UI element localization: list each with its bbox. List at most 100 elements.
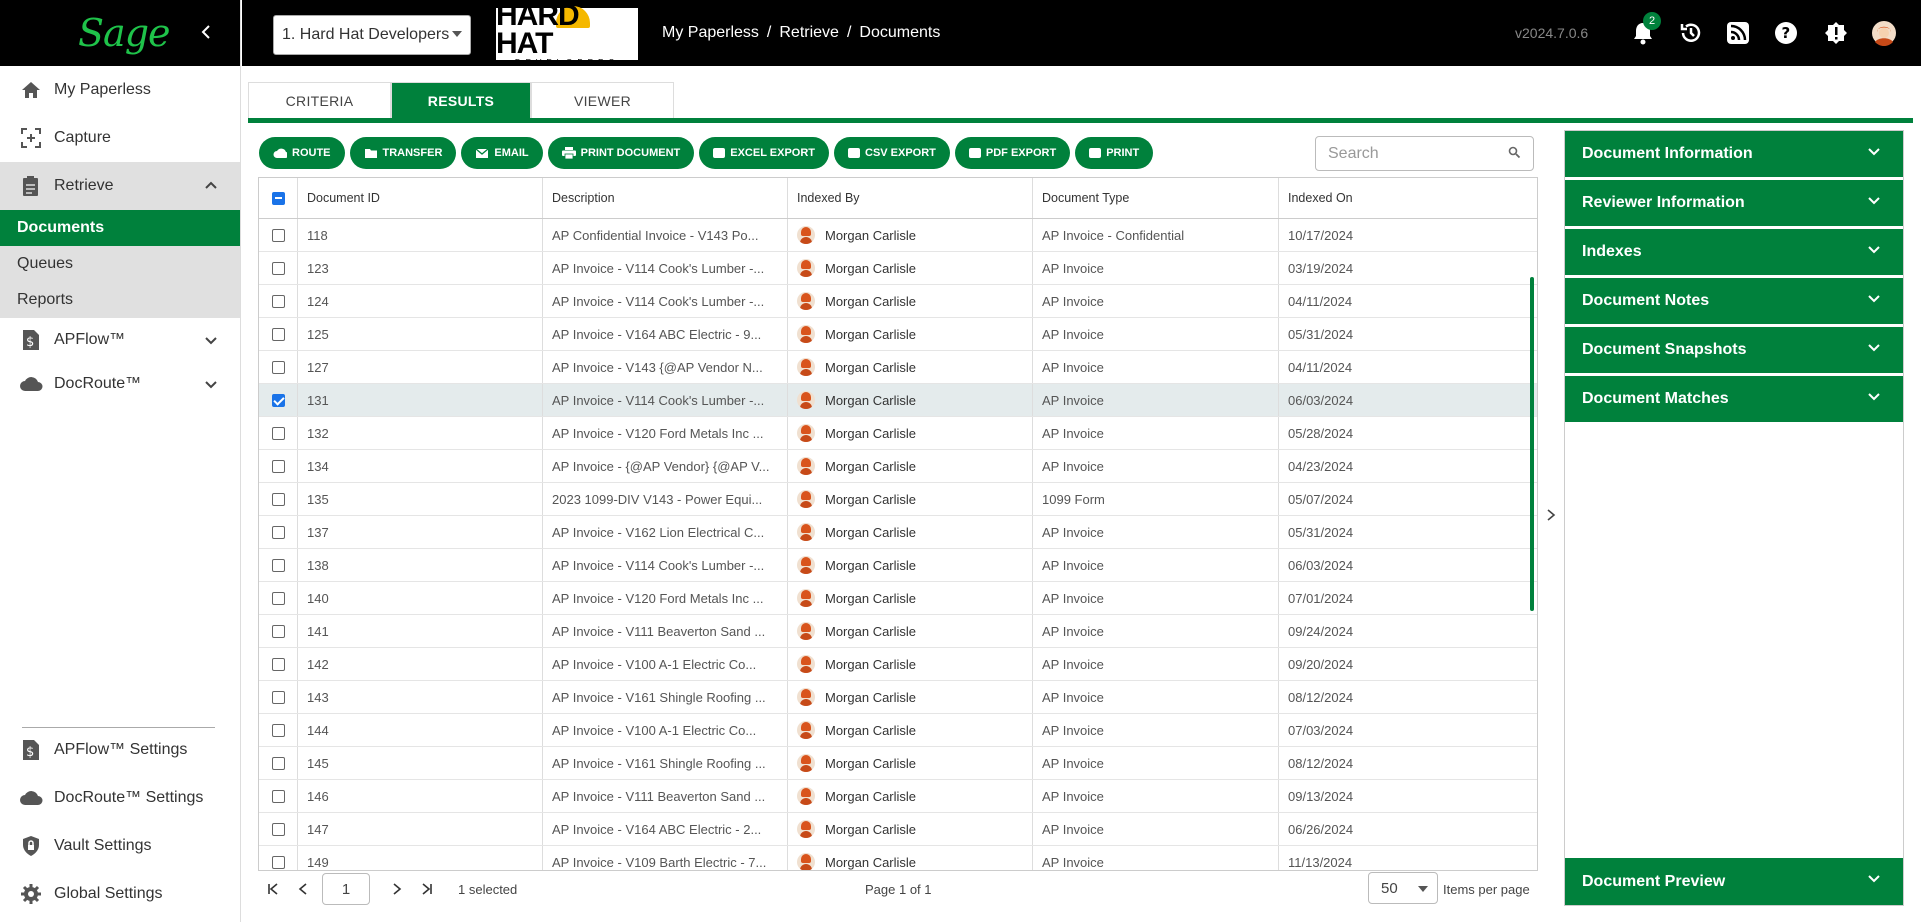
user-avatar[interactable]	[1870, 19, 1898, 47]
indexed-by-name: Morgan Carlisle	[825, 326, 917, 342]
nav-my-paperless[interactable]: My Paperless	[0, 66, 240, 114]
row-checkbox[interactable]	[271, 393, 285, 407]
table-row[interactable]: 118 AP Confidential Invoice - V143 Po... M…	[259, 219, 1537, 252]
table-row[interactable]: 127 AP Invoice - V143 {@AP Vendor N... Mor…	[259, 351, 1537, 384]
nav-global-settings[interactable]: Global Settings	[0, 870, 240, 918]
sub-nav-documents[interactable]: Documents	[0, 210, 240, 246]
accordion-document-matches[interactable]: Document Matches	[1565, 376, 1903, 422]
row-checkbox[interactable]	[271, 723, 285, 737]
csv-export-button[interactable]: CSV EXPORT	[834, 137, 950, 169]
grid-scrollbar[interactable]	[1530, 277, 1534, 611]
table-row[interactable]: 142 AP Invoice - V100 A-1 Electric Co... M…	[259, 648, 1537, 681]
breadcrumb-retrieve[interactable]: Retrieve	[779, 24, 839, 42]
sub-nav-reports[interactable]: Reports	[0, 282, 240, 318]
nav-docroute-settings[interactable]: DocRoute™ Settings	[0, 774, 240, 822]
search-input[interactable]: Search	[1315, 136, 1534, 171]
table-row[interactable]: 146 AP Invoice - V111 Beaverton Sand ... M…	[259, 780, 1537, 813]
help-icon[interactable]: ?	[1772, 19, 1800, 47]
table-row[interactable]: 135 2023 1099-DIV V143 - Power Equi... Mor…	[259, 483, 1537, 516]
row-checkbox[interactable]	[271, 822, 285, 836]
table-row[interactable]: 124 AP Invoice - V114 Cook's Lumber -... M…	[259, 285, 1537, 318]
nav-docroute[interactable]: DocRoute™	[0, 362, 240, 406]
row-checkbox[interactable]	[271, 525, 285, 539]
table-row[interactable]: 138 AP Invoice - V114 Cook's Lumber -... M…	[259, 549, 1537, 582]
table-row[interactable]: 143 AP Invoice - V161 Shingle Roofing ...…	[259, 681, 1537, 714]
transfer-button[interactable]: TRANSFER	[349, 137, 457, 169]
table-row[interactable]: 125 AP Invoice - V164 ABC Electric - 9...…	[259, 318, 1537, 351]
table-row[interactable]: 134 AP Invoice - {@AP Vendor} {@AP V... Mo…	[259, 450, 1537, 483]
alert-gear-icon[interactable]	[1822, 19, 1850, 47]
column-header-indexed-by[interactable]: Indexed By	[788, 178, 1033, 218]
row-checkbox[interactable]	[271, 591, 285, 605]
accordion-document-snapshots[interactable]: Document Snapshots	[1565, 327, 1903, 373]
rss-icon[interactable]	[1724, 19, 1752, 47]
select-all-checkbox[interactable]	[271, 191, 285, 205]
row-checkbox[interactable]	[271, 492, 285, 506]
chevron-right-icon[interactable]	[1546, 508, 1556, 527]
row-checkbox[interactable]	[271, 690, 285, 704]
row-checkbox[interactable]	[271, 426, 285, 440]
nav-capture[interactable]: Capture	[0, 114, 240, 162]
accordion-document-information[interactable]: Document Information	[1565, 131, 1903, 177]
table-row[interactable]: 132 AP Invoice - V120 Ford Metals Inc ...…	[259, 417, 1537, 450]
route-label: ROUTE	[292, 147, 331, 159]
accordion-document-notes[interactable]: Document Notes	[1565, 278, 1903, 324]
company-select[interactable]: 1. Hard Hat Developers	[273, 15, 471, 55]
next-page-icon[interactable]	[382, 883, 412, 895]
row-checkbox[interactable]	[271, 459, 285, 473]
nav-retrieve[interactable]: Retrieve	[0, 162, 240, 210]
table-row[interactable]: 147 AP Invoice - V164 ABC Electric - 2...…	[259, 813, 1537, 846]
nav-apflow-settings[interactable]: $ APFlow™ Settings	[0, 726, 240, 774]
row-checkbox[interactable]	[271, 789, 285, 803]
print-button[interactable]: PRINT	[1075, 137, 1154, 169]
column-header-indexed-on[interactable]: Indexed On	[1279, 178, 1525, 218]
row-select-cell	[259, 516, 298, 548]
tab-results[interactable]: RESULTS	[391, 82, 531, 119]
column-header-document-type[interactable]: Document Type	[1033, 178, 1279, 218]
sub-nav-queues[interactable]: Queues	[0, 246, 240, 282]
row-checkbox[interactable]	[271, 855, 285, 869]
tab-criteria[interactable]: CRITERIA	[248, 82, 391, 119]
row-checkbox[interactable]	[271, 756, 285, 770]
table-row[interactable]: 144 AP Invoice - V100 A-1 Electric Co... M…	[259, 714, 1537, 747]
route-button[interactable]: ROUTE	[259, 137, 345, 169]
column-header-document-id[interactable]: Document ID	[298, 178, 543, 218]
column-header-description[interactable]: Description	[543, 178, 788, 218]
row-select-cell	[259, 219, 298, 251]
nav-vault-settings[interactable]: Vault Settings	[0, 822, 240, 870]
table-row[interactable]: 141 AP Invoice - V111 Beaverton Sand ... M…	[259, 615, 1537, 648]
row-checkbox[interactable]	[271, 657, 285, 671]
prev-page-icon[interactable]	[288, 883, 318, 895]
row-checkbox[interactable]	[271, 360, 285, 374]
row-checkbox[interactable]	[271, 261, 285, 275]
items-per-page-select[interactable]: 50	[1368, 872, 1438, 904]
first-page-icon[interactable]	[258, 883, 288, 895]
print-document-button[interactable]: PRINT DOCUMENT	[547, 137, 695, 169]
history-icon[interactable]	[1677, 19, 1705, 47]
accordion-document-preview[interactable]: Document Preview	[1565, 858, 1903, 905]
pdf-export-button[interactable]: PDF EXPORT	[954, 137, 1071, 169]
row-checkbox[interactable]	[271, 228, 285, 242]
bell-icon[interactable]: 2	[1629, 12, 1661, 47]
table-row[interactable]: 131 AP Invoice - V114 Cook's Lumber -... M…	[259, 384, 1537, 417]
table-row[interactable]: 140 AP Invoice - V120 Ford Metals Inc ...…	[259, 582, 1537, 615]
email-button[interactable]: EMAIL	[461, 137, 543, 169]
page-number-input[interactable]: 1	[322, 873, 370, 905]
row-checkbox[interactable]	[271, 558, 285, 572]
breadcrumb-my-paperless[interactable]: My Paperless	[662, 24, 759, 42]
row-checkbox[interactable]	[271, 624, 285, 638]
nav-apflow[interactable]: $ APFlow™	[0, 318, 240, 362]
excel-export-button[interactable]: EXCEL EXPORT	[699, 137, 829, 169]
accordion-reviewer-information[interactable]: Reviewer Information	[1565, 180, 1903, 226]
last-page-icon[interactable]	[412, 883, 442, 895]
table-row[interactable]: 137 AP Invoice - V162 Lion Electrical C..…	[259, 516, 1537, 549]
table-row[interactable]: 149 AP Invoice - V109 Barth Electric - 7.…	[259, 846, 1537, 870]
row-checkbox[interactable]	[271, 294, 285, 308]
table-row[interactable]: 123 AP Invoice - V114 Cook's Lumber -... M…	[259, 252, 1537, 285]
table-row[interactable]: 145 AP Invoice - V161 Shingle Roofing ...…	[259, 747, 1537, 780]
tab-viewer[interactable]: VIEWER	[531, 82, 674, 119]
accordion-indexes[interactable]: Indexes	[1565, 229, 1903, 275]
cell-indexed-on: 06/26/2024	[1288, 821, 1354, 837]
collapse-sidebar-icon[interactable]	[200, 20, 212, 46]
row-checkbox[interactable]	[271, 327, 285, 341]
